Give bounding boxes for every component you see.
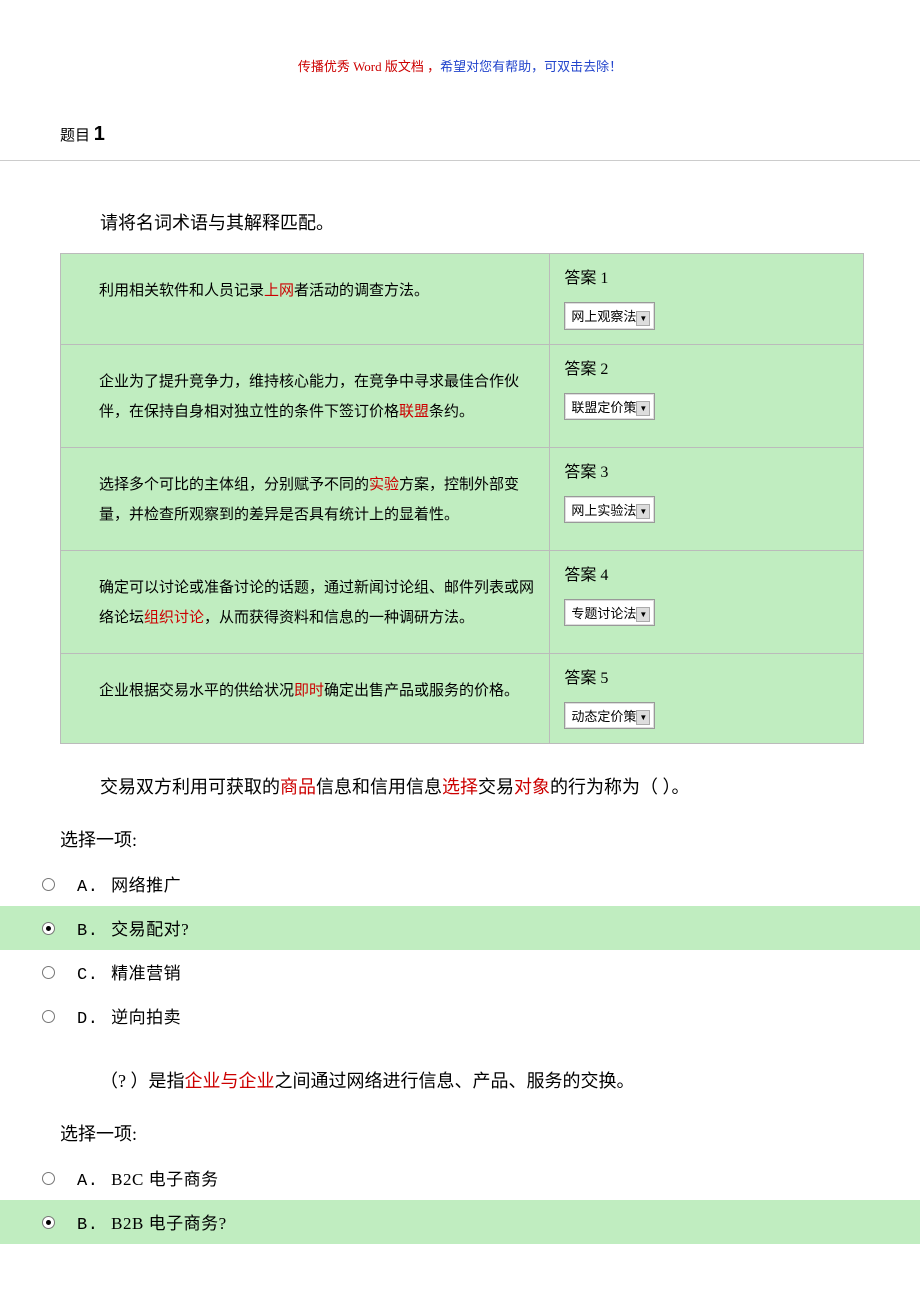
option-row[interactable]: A. 网络推广 (0, 862, 920, 906)
question-number: 1 (94, 123, 105, 145)
answer-dropdown[interactable]: 网上实验法 (564, 496, 655, 524)
option-row[interactable]: B. B2B 电子商务? (0, 1200, 920, 1244)
q3-stem: （? ）是指企业与企业之间通过网络进行信息、产品、服务的交换。 (0, 1038, 920, 1098)
radio-icon[interactable] (42, 922, 55, 935)
match-answer-cell: 答案 1 网上观察法 (550, 254, 864, 345)
q3-options: A. B2C 电子商务 B. B2B 电子商务? (0, 1156, 920, 1244)
option-row[interactable]: A. B2C 电子商务 (0, 1156, 920, 1200)
option-text: B. 交易配对? (77, 915, 189, 941)
question-label: 题目 (60, 128, 90, 144)
match-row: 确定可以讨论或准备讨论的话题，通过新闻讨论组、邮件列表或网络论坛组织讨论，从而获… (61, 550, 864, 653)
match-description: 企业根据交易水平的供给状况即时确定出售产品或服务的价格。 (61, 653, 550, 744)
answer-label: 答案 4 (564, 561, 849, 585)
radio-icon[interactable] (42, 1216, 55, 1229)
answer-dropdown[interactable]: 网上观察法 (564, 302, 655, 330)
q2-stem: 交易双方利用可获取的商品信息和信用信息选择交易对象的行为称为（ ）。 (0, 744, 920, 804)
match-row: 利用相关软件和人员记录上网者活动的调查方法。答案 1 网上观察法 (61, 254, 864, 345)
answer-dropdown[interactable]: 专题讨论法 (564, 599, 655, 627)
match-row: 选择多个可比的主体组，分别赋予不同的实验方案，控制外部变量，并检查所观察到的差异… (61, 447, 864, 550)
answer-label: 答案 2 (564, 355, 849, 379)
match-answer-cell: 答案 5 动态定价策 (550, 653, 864, 744)
header-note: 传播优秀 Word 版文档 ，希望对您有帮助，可双击去除！ (0, 0, 920, 115)
match-answer-cell: 答案 3 网上实验法 (550, 447, 864, 550)
matching-table: 利用相关软件和人员记录上网者活动的调查方法。答案 1 网上观察法企业为了提升竞争力… (60, 253, 864, 744)
q3-choose-one: 选择一项: (0, 1098, 920, 1156)
header-red: 传播优秀 Word 版文档 ， (298, 59, 440, 74)
match-description: 企业为了提升竞争力，维持核心能力，在竞争中寻求最佳合作伙伴，在保持自身相对独立性… (61, 344, 550, 447)
option-row[interactable]: B. 交易配对? (0, 906, 920, 950)
match-row: 企业为了提升竞争力，维持核心能力，在竞争中寻求最佳合作伙伴，在保持自身相对独立性… (61, 344, 864, 447)
answer-dropdown[interactable]: 联盟定价策 (564, 393, 655, 421)
answer-dropdown[interactable]: 动态定价策 (564, 702, 655, 730)
match-description: 利用相关软件和人员记录上网者活动的调查方法。 (61, 254, 550, 345)
q2-options: A. 网络推广 B. 交易配对? C. 精准营销 D. 逆向拍卖 (0, 862, 920, 1038)
match-description: 确定可以讨论或准备讨论的话题，通过新闻讨论组、邮件列表或网络论坛组织讨论，从而获… (61, 550, 550, 653)
option-text: C. 精准营销 (77, 959, 181, 985)
option-text: D. 逆向拍卖 (77, 1003, 181, 1029)
radio-icon[interactable] (42, 1010, 55, 1023)
match-row: 企业根据交易水平的供给状况即时确定出售产品或服务的价格。答案 5 动态定价策 (61, 653, 864, 744)
option-row[interactable]: C. 精准营销 (0, 950, 920, 994)
match-answer-cell: 答案 2 联盟定价策 (550, 344, 864, 447)
match-answer-cell: 答案 4 专题讨论法 (550, 550, 864, 653)
q2-choose-one: 选择一项: (0, 804, 920, 862)
radio-icon[interactable] (42, 966, 55, 979)
option-text: A. 网络推广 (77, 871, 181, 897)
option-row[interactable]: D. 逆向拍卖 (0, 994, 920, 1038)
match-description: 选择多个可比的主体组，分别赋予不同的实验方案，控制外部变量，并检查所观察到的差异… (61, 447, 550, 550)
q1-instruction: 请将名词术语与其解释匹配。 (0, 209, 920, 253)
option-text: A. B2C 电子商务 (77, 1165, 219, 1191)
option-text: B. B2B 电子商务? (77, 1209, 227, 1235)
answer-label: 答案 3 (564, 458, 849, 482)
radio-icon[interactable] (42, 878, 55, 891)
answer-label: 答案 1 (564, 264, 849, 288)
header-blue: 希望对您有帮助，可双击去除！ (440, 59, 622, 74)
answer-label: 答案 5 (564, 664, 849, 688)
question-number-heading: 题目 1 (0, 115, 920, 161)
radio-icon[interactable] (42, 1172, 55, 1185)
